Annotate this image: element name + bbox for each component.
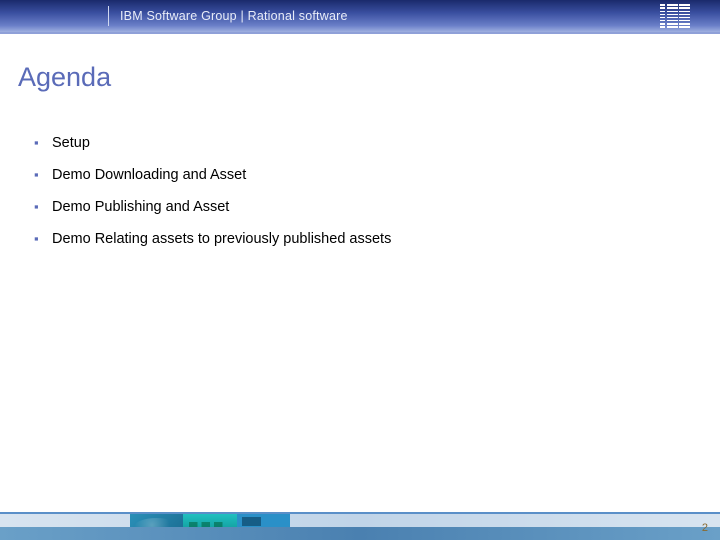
slide: IBM Software Group | Rational software A… xyxy=(0,0,720,540)
slide-content: Agenda Setup Demo Downloading and Asset … xyxy=(0,34,720,540)
slide-title: Agenda xyxy=(18,62,710,93)
footer-image-strip-icon xyxy=(130,514,290,540)
header-title: IBM Software Group | Rational software xyxy=(120,9,348,23)
bullet-list: Setup Demo Downloading and Asset Demo Pu… xyxy=(18,135,710,247)
page-number: 2 xyxy=(702,522,708,534)
footer-band xyxy=(0,514,720,540)
footer-bar xyxy=(0,512,720,540)
header-divider xyxy=(108,6,109,26)
list-item: Demo Publishing and Asset xyxy=(34,199,710,215)
list-item: Demo Downloading and Asset xyxy=(34,167,710,183)
ibm-logo-icon xyxy=(660,4,690,27)
header-bar: IBM Software Group | Rational software xyxy=(0,0,720,34)
list-item: Demo Relating assets to previously publi… xyxy=(34,231,710,247)
list-item: Setup xyxy=(34,135,710,151)
